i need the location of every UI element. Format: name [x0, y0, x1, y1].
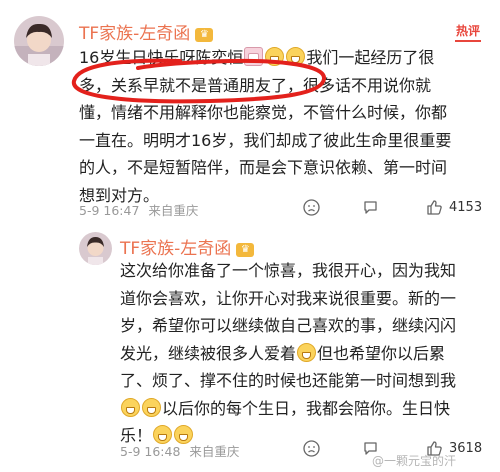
avatar[interactable]	[79, 232, 112, 265]
post-meta: 5-9 16:47 来自重庆	[79, 200, 198, 219]
avatar[interactable]	[14, 16, 64, 66]
like-count: 4153	[449, 200, 483, 215]
watermark: @一颗元宝的汗	[372, 454, 457, 468]
emoji-grin-icon	[297, 342, 317, 362]
frown-icon[interactable]	[303, 199, 320, 216]
text-line: 岁，希望你可以继续做自己喜欢的事，继续闪闪	[120, 316, 457, 335]
reply-text: 这次给你准备了一个惊喜，我很开心，因为我知 道你会喜欢，让你开心对我来说很重要。…	[120, 257, 490, 450]
emoji-grin-icon	[142, 397, 161, 417]
text-line: 道你会喜欢，让你开心对我来说很重要。新的一	[120, 288, 457, 308]
text-line: 发光，继续被很多人爱着	[120, 343, 297, 363]
timestamp: 5-9 16:48	[120, 444, 181, 459]
emoji-grin-icon	[121, 397, 140, 417]
red-circle-annotation	[71, 58, 326, 104]
reply-meta: 5-9 16:48 来自重庆	[120, 441, 239, 460]
hot-comment-badge: 热评	[455, 22, 482, 42]
username-text[interactable]: TF家族-左奇函	[79, 24, 190, 44]
username[interactable]: TF家族-左奇函 ♛	[79, 19, 214, 44]
text-line: 一直在。明明才16岁，我们却成了彼此生命里很重要	[79, 130, 452, 150]
comment-icon[interactable]	[362, 199, 379, 216]
text-line: 以后你的每个生日，我都会陪你。生日快	[162, 398, 451, 418]
username-text[interactable]: TF家族-左奇函	[120, 239, 231, 259]
crown-badge-icon: ♛	[195, 28, 214, 42]
text-line: 了、烦了、撑不住的时候也还能第一时间想到我	[120, 371, 457, 390]
text-line: 但也希望你以后累	[317, 343, 446, 363]
crown-badge-icon: ♛	[236, 243, 255, 257]
reply-username[interactable]: TF家族-左奇函 ♛	[120, 234, 255, 259]
like-icon[interactable]	[426, 199, 443, 216]
frown-icon[interactable]	[303, 440, 320, 457]
location: 来自重庆	[148, 203, 199, 218]
text-line: 这次给你准备了一个惊喜，我很开心，因为我知	[120, 261, 457, 280]
text-line: 的人，不是短暂陪伴，而是会下意识依赖、第一时间	[79, 158, 448, 177]
timestamp: 5-9 16:47	[79, 203, 140, 218]
location: 来自重庆	[189, 444, 240, 459]
